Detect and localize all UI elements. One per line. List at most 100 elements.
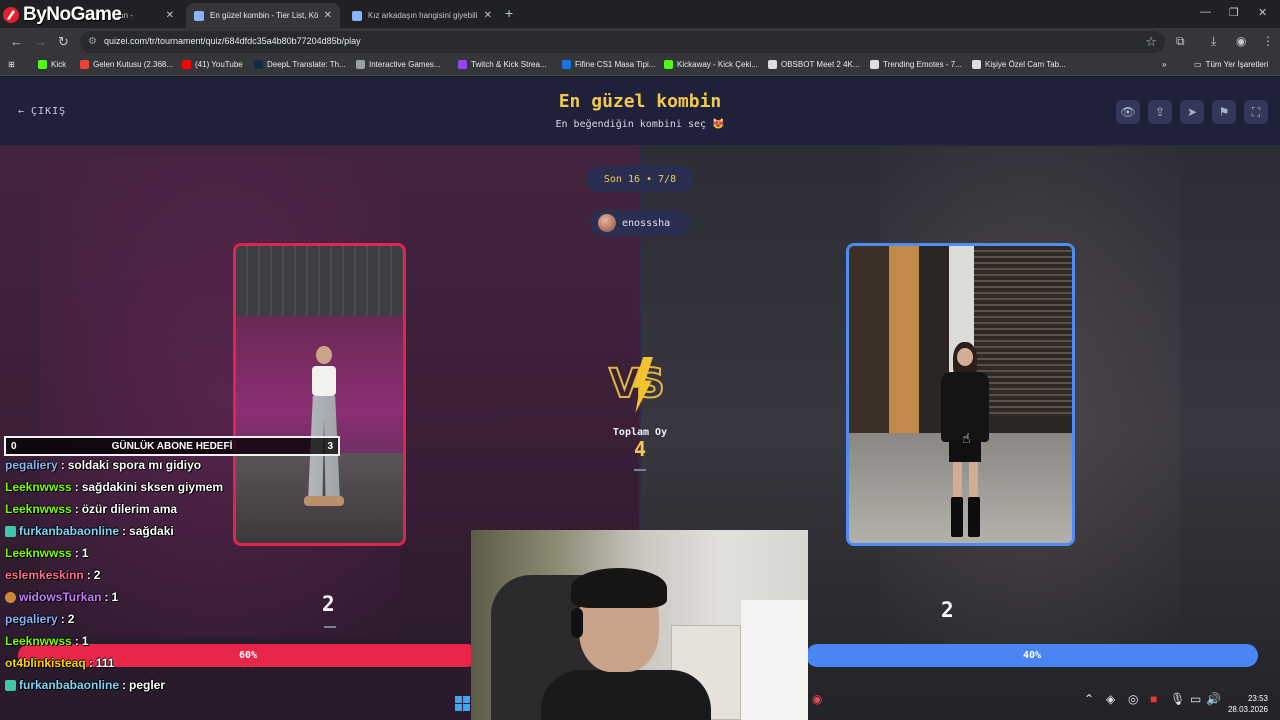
bookmark-label: Kickaway - Kick Çeki... <box>677 60 758 69</box>
chat-separator: : <box>104 590 109 604</box>
fullscreen-button[interactable]: ⛶ <box>1244 100 1268 124</box>
tray-chevron-icon[interactable]: ⌃ <box>1084 692 1094 706</box>
bookmark-label: Gelen Kutusu (2.368... <box>93 60 174 69</box>
restore-icon[interactable]: ❐ <box>1229 6 1239 19</box>
bookmark-item[interactable]: Kick <box>38 60 66 69</box>
volume-icon[interactable]: 🔊 <box>1206 692 1221 706</box>
tab-next[interactable]: Kız arkadaşın hangisini giyebili... ✕ <box>344 3 500 28</box>
chat-message: Leeknwwss: özür dilerim ama <box>5 502 177 516</box>
bookmark-item[interactable]: Fifine CS1 Masa Tipi... <box>562 60 655 69</box>
tab-active[interactable]: En güzel kombin - Tier List, Kör... ✕ <box>186 3 340 28</box>
youtube-icon <box>182 60 191 69</box>
round-indicator: Son 16 • 7/8 <box>586 166 694 192</box>
chat-message: Leeknwwss:1 <box>5 634 88 648</box>
chat-user: pegaliery <box>5 458 58 472</box>
page-subtitle: En beğendiğin kombini seç 😻 <box>555 119 725 130</box>
bookmark-item[interactable]: Twitch & Kick Strea... <box>458 60 547 69</box>
taskbar-clock[interactable]: 23:53 28.03.2026 <box>1228 693 1268 715</box>
bynogame-mark-icon <box>3 7 19 23</box>
exit-label: ÇIKIŞ <box>31 106 67 117</box>
bookmark-item[interactable]: Gelen Kutusu (2.368... <box>80 60 173 69</box>
all-bookmarks-folder[interactable]: ▭ Tüm Yer İşaretleri <box>1194 60 1268 69</box>
chat-user: furkanbabaonline <box>19 524 120 538</box>
page-title: En güzel kombin <box>558 91 722 112</box>
chat-message: furkanbabaonline: pegler <box>5 678 165 692</box>
app-tray-icon[interactable]: ■ <box>1150 692 1157 706</box>
chat-separator: : <box>86 568 91 582</box>
extensions-icon[interactable]: ⧉ <box>1176 34 1185 49</box>
username: enosssha <box>622 217 671 229</box>
user-badge[interactable]: enosssha <box>590 210 690 236</box>
report-button[interactable]: ⚑ <box>1212 100 1236 124</box>
chat-user: eslemkeskinn <box>5 568 84 582</box>
clock-date: 28.03.2026 <box>1227 705 1268 714</box>
chat-separator: : <box>74 546 79 560</box>
bookmark-item[interactable]: Trending Emotes - 7... <box>870 60 962 69</box>
bookmark-star-icon[interactable]: ☆ <box>1145 34 1157 50</box>
more-bookmarks-icon[interactable]: » <box>1162 60 1166 69</box>
option-card-right[interactable] <box>846 243 1075 546</box>
send-icon: ➤ <box>1186 105 1198 119</box>
close-icon[interactable]: ✕ <box>484 10 492 21</box>
vs-emblem: VS <box>607 357 673 413</box>
chat-separator: : <box>60 458 65 472</box>
windows-start-icon[interactable] <box>455 696 470 711</box>
network-icon[interactable]: ▭ <box>1190 692 1201 706</box>
send-button[interactable]: ➤ <box>1180 100 1204 124</box>
download-icon[interactable]: ⤓ <box>1211 34 1216 49</box>
profile-avatar-icon[interactable]: ◉ <box>1236 34 1246 48</box>
headset-icon <box>571 608 583 638</box>
bookmark-item[interactable]: Kickaway - Kick Çeki... <box>664 60 758 69</box>
chat-message: Leeknwwss: sağdakini sksen giymem <box>5 480 223 494</box>
close-icon[interactable]: ✕ <box>166 10 174 21</box>
discord-icon[interactable]: ◈ <box>1106 692 1115 706</box>
share-icon: ⇪ <box>1154 105 1166 119</box>
globe-icon <box>356 60 365 69</box>
chat-message: pegaliery:2 <box>5 612 74 626</box>
chat-separator: : <box>74 634 79 648</box>
total-votes-value: 4 <box>633 437 647 461</box>
exit-button[interactable]: ← ÇIKIŞ <box>18 106 66 117</box>
share-button[interactable]: ⇪ <box>1148 100 1172 124</box>
chat-badge-icon <box>5 591 16 603</box>
clock-time: 23:53 <box>1247 694 1268 703</box>
reload-icon[interactable]: ↻ <box>58 34 69 50</box>
minimize-icon[interactable]: — <box>1200 6 1211 18</box>
goal-label: GÜNLÜK ABONE HEDEFİ <box>111 440 233 452</box>
obs-record-icon[interactable]: ◉ <box>812 692 822 706</box>
bookmark-label: Trending Emotes - 7... <box>883 60 962 69</box>
site-info-icon[interactable]: ⚙ <box>88 36 97 47</box>
chat-message: furkanbabaonline: sağdaki <box>5 524 174 538</box>
menu-kebab-icon[interactable]: ⋮ <box>1262 34 1274 48</box>
forward-arrow-icon[interactable]: → <box>34 34 47 49</box>
chat-user: ot4blinkisteaq <box>5 656 86 670</box>
microphone-icon[interactable]: 🎙 <box>1170 692 1185 706</box>
close-icon[interactable]: ✕ <box>324 10 332 21</box>
chat-separator: : <box>122 524 127 538</box>
bookmark-label: Fifine CS1 Masa Tipi... <box>575 60 656 69</box>
bookmarks-bar: ⊞ Kick Gelen Kutusu (2.368... (41) YouTu… <box>0 56 1280 76</box>
new-tab-button[interactable]: + <box>505 5 513 21</box>
bookmark-item[interactable]: OBSBOT Meet 2 4K... <box>768 60 860 69</box>
bookmark-label: DeepL Translate: Th... <box>267 60 346 69</box>
steam-icon[interactable]: ◎ <box>1128 692 1138 706</box>
bookmark-item[interactable]: (41) YouTube <box>182 60 243 69</box>
bookmark-item[interactable]: Kişiye Özel Cam Tab... <box>972 60 1066 69</box>
chat-separator: : <box>122 678 127 692</box>
back-arrow-icon[interactable]: ← <box>10 34 23 49</box>
chat-message: ot4blinkisteaq:111 <box>5 656 114 670</box>
chat-text: 2 <box>67 612 75 626</box>
chat-user: furkanbabaonline <box>19 678 120 692</box>
bookmark-item[interactable]: Interactive Games... <box>356 60 441 69</box>
eye-button[interactable]: 👁 <box>1116 100 1140 124</box>
eye-icon: 👁 <box>1120 105 1136 119</box>
chat-text: 1 <box>81 546 89 560</box>
streamer-icon <box>458 60 467 69</box>
cam-tablo-icon <box>972 60 981 69</box>
close-window-icon[interactable]: ✕ <box>1258 6 1267 19</box>
apps-grid-icon[interactable]: ⊞ <box>8 60 15 69</box>
chat-message: eslemkeskinn:2 <box>5 568 100 582</box>
bookmark-item[interactable]: DeepL Translate: Th... <box>254 60 346 69</box>
url-input[interactable]: ⚙ quizei.com/tr/tournament/quiz/684dfdc3… <box>80 31 1165 53</box>
chat-user: pegaliery <box>5 612 58 626</box>
